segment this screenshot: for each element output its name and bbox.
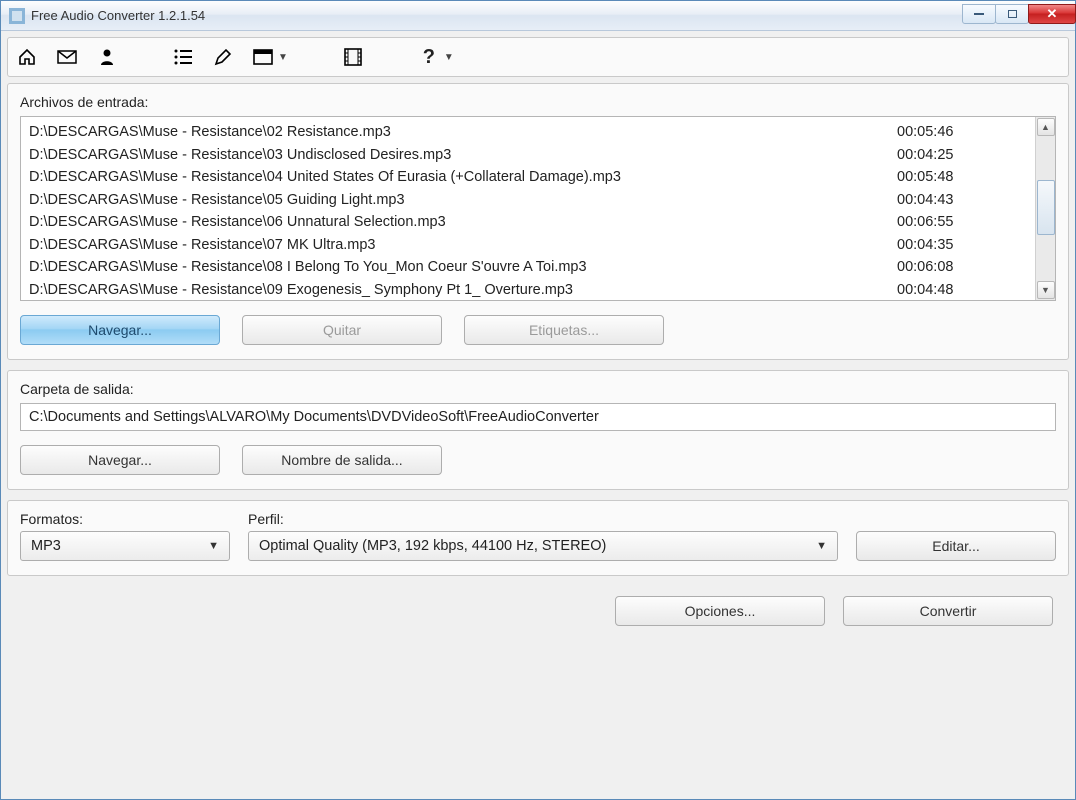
file-row[interactable]: D:\DESCARGAS\Muse - Resistance\08 I Belo… [29,256,1027,279]
file-name: D:\DESCARGAS\Muse - Resistance\04 United… [29,166,887,189]
file-duration: 00:05:48 [887,166,1027,189]
minimize-button[interactable] [962,4,996,24]
window-controls: ✕ [962,5,1075,27]
scroll-down-button[interactable]: ▼ [1037,281,1055,299]
chevron-down-icon: ▼ [278,52,288,63]
format-label: Formatos: [20,511,230,527]
file-row[interactable]: D:\DESCARGAS\Muse - Resistance\03 Undisc… [29,144,1027,167]
file-name: D:\DESCARGAS\Muse - Resistance\07 MK Ult… [29,234,887,257]
chevron-down-icon: ▼ [444,52,454,63]
file-name: D:\DESCARGAS\Muse - Resistance\09 Exogen… [29,279,887,301]
format-value: MP3 [31,538,61,554]
profile-label: Perfil: [248,511,838,527]
profile-combo[interactable]: Optimal Quality (MP3, 192 kbps, 44100 Hz… [248,531,838,561]
file-name: D:\DESCARGAS\Muse - Resistance\05 Guidin… [29,189,887,212]
scroll-track[interactable] [1037,137,1055,280]
list-icon[interactable] [172,46,194,68]
input-files-label: Archivos de entrada: [20,94,1056,110]
browse-input-button[interactable]: Navegar... [20,315,220,345]
file-duration: 00:04:43 [887,189,1027,212]
file-duration: 00:05:46 [887,121,1027,144]
app-icon [9,8,25,24]
file-row[interactable]: D:\DESCARGAS\Muse - Resistance\04 United… [29,166,1027,189]
window-title: Free Audio Converter 1.2.1.54 [31,8,205,23]
edit-profile-button[interactable]: Editar... [856,531,1056,561]
file-name: D:\DESCARGAS\Muse - Resistance\08 I Belo… [29,256,887,279]
remove-button[interactable]: Quitar [242,315,442,345]
output-path-value: C:\Documents and Settings\ALVARO\My Docu… [29,409,599,425]
output-folder-panel: Carpeta de salida: C:\Documents and Sett… [7,370,1069,490]
file-duration: 00:06:55 [887,211,1027,234]
user-icon[interactable] [96,46,118,68]
titlebar: Free Audio Converter 1.2.1.54 ✕ [1,1,1075,31]
file-name: D:\DESCARGAS\Muse - Resistance\03 Undisc… [29,144,887,167]
mail-icon[interactable] [56,46,78,68]
app-window: Free Audio Converter 1.2.1.54 ✕ ▼ [0,0,1076,800]
scroll-up-button[interactable]: ▲ [1037,118,1055,136]
output-name-button[interactable]: Nombre de salida... [242,445,442,475]
scrollbar[interactable]: ▲ ▼ [1035,117,1055,300]
help-icon: ? [418,46,440,68]
file-row[interactable]: D:\DESCARGAS\Muse - Resistance\06 Unnatu… [29,211,1027,234]
file-row[interactable]: D:\DESCARGAS\Muse - Resistance\07 MK Ult… [29,234,1027,257]
edit-icon[interactable] [212,46,234,68]
file-duration: 00:06:08 [887,256,1027,279]
close-button[interactable]: ✕ [1028,4,1076,24]
file-name: D:\DESCARGAS\Muse - Resistance\02 Resist… [29,121,887,144]
output-path-field[interactable]: C:\Documents and Settings\ALVARO\My Docu… [20,403,1056,431]
film-icon[interactable] [342,46,364,68]
file-row[interactable]: D:\DESCARGAS\Muse - Resistance\02 Resist… [29,121,1027,144]
maximize-button[interactable] [995,4,1029,24]
output-folder-label: Carpeta de salida: [20,381,1056,397]
file-duration: 00:04:35 [887,234,1027,257]
file-duration: 00:04:25 [887,144,1027,167]
chevron-down-icon: ▼ [208,540,219,552]
scroll-thumb[interactable] [1037,180,1055,235]
file-name: D:\DESCARGAS\Muse - Resistance\06 Unnatu… [29,211,887,234]
file-duration: 00:04:48 [887,279,1027,301]
convert-button[interactable]: Convertir [843,596,1053,626]
footer-buttons: Opciones... Convertir [7,586,1069,626]
format-combo[interactable]: MP3 ▼ [20,531,230,561]
tags-button[interactable]: Etiquetas... [464,315,664,345]
chevron-down-icon: ▼ [816,540,827,552]
file-row[interactable]: D:\DESCARGAS\Muse - Resistance\09 Exogen… [29,279,1027,301]
home-icon[interactable] [16,46,38,68]
browse-output-button[interactable]: Navegar... [20,445,220,475]
options-button[interactable]: Opciones... [615,596,825,626]
file-list[interactable]: D:\DESCARGAS\Muse - Resistance\02 Resist… [20,116,1056,301]
format-panel: Formatos: MP3 ▼ Perfil: Optimal Quality … [7,500,1069,576]
profile-value: Optimal Quality (MP3, 192 kbps, 44100 Hz… [259,538,606,554]
file-row[interactable]: D:\DESCARGAS\Muse - Resistance\05 Guidin… [29,189,1027,212]
help-dropdown[interactable]: ? ▼ [418,46,454,68]
window-dropdown[interactable]: ▼ [252,46,288,68]
input-files-panel: Archivos de entrada: D:\DESCARGAS\Muse -… [7,83,1069,360]
toolbar: ▼ ? ▼ [7,37,1069,77]
window-icon [252,46,274,68]
